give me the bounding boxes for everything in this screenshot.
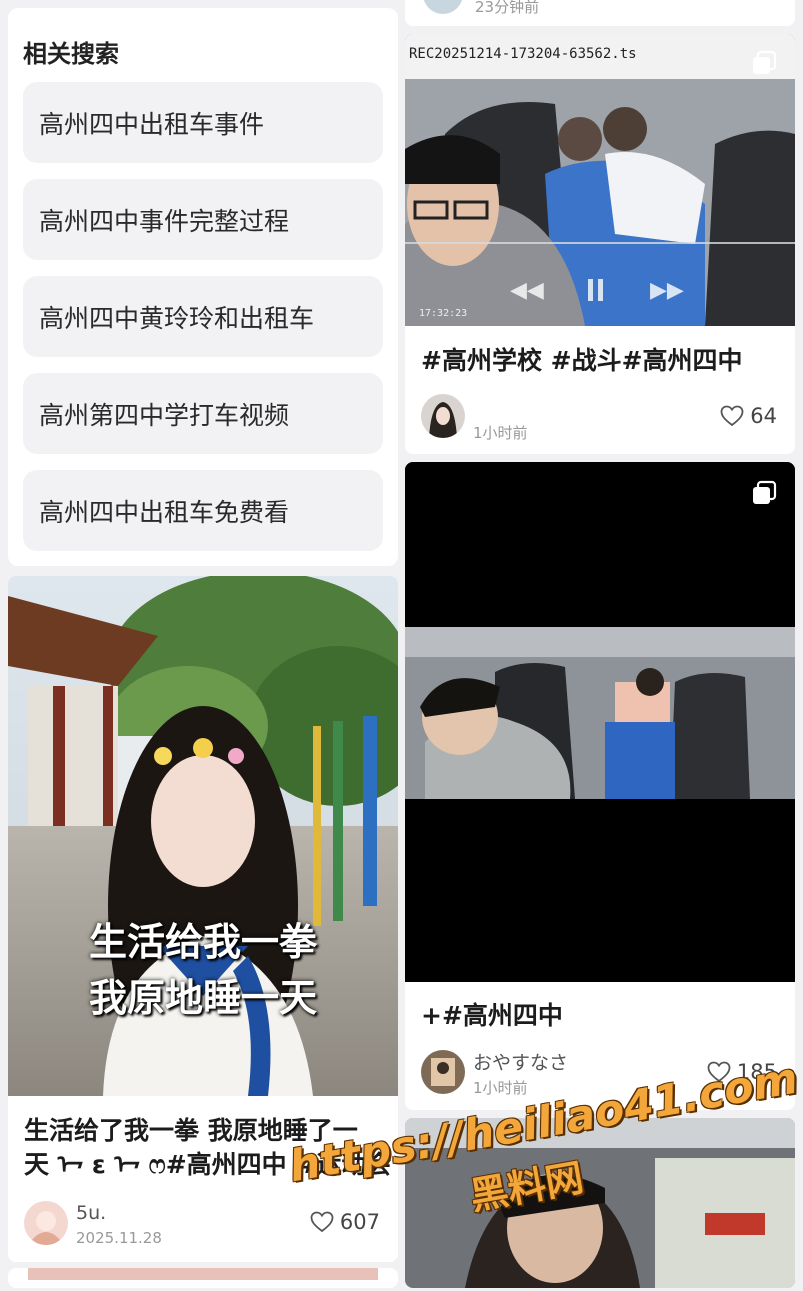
post-time: 1小时前: [473, 424, 528, 442]
heart-outline-icon: [707, 1061, 731, 1083]
heart-outline-icon: [310, 1211, 334, 1233]
video-title-line-2: 天 ᢇ ε ᢇ ෆ#高州四中 #运动会: [24, 1150, 392, 1179]
video-thumbnail[interactable]: [405, 462, 795, 982]
post-time: 1小时前: [473, 1079, 528, 1097]
related-searches-title: 相关搜索: [23, 40, 119, 68]
video-title-line-1: 生活给了我一拳 我原地睡了一: [24, 1116, 358, 1145]
video-timestamp: 17:32:23: [419, 308, 468, 319]
related-search-chip-2[interactable]: 高州四中事件完整过程: [23, 179, 383, 260]
partial-thumbnail: [28, 1268, 378, 1280]
like-count: 607: [339, 1210, 380, 1234]
overlay-line-1: 生活给我一拳: [88, 920, 317, 964]
video-overlay-caption: 生活给我一拳 我原地睡一天: [8, 914, 398, 1026]
related-search-chip-5[interactable]: 高州四中出租车免费看: [23, 470, 383, 551]
author-name[interactable]: おやすなさ: [473, 1048, 568, 1075]
video-filename: REC20251214-173204-63562.ts: [409, 46, 637, 62]
video-thumbnail[interactable]: [405, 1118, 795, 1288]
video-card-right-1[interactable]: ◀◀ ▶▶ REC20251214-173204-63562.ts 17:32:…: [405, 34, 795, 454]
avatar: [423, 0, 463, 14]
thumbnail-image: ◀◀ ▶▶: [405, 34, 795, 326]
author-avatar[interactable]: [421, 394, 465, 438]
related-search-chip-3[interactable]: 高州四中黄玲玲和出租车: [23, 276, 383, 357]
like-count: 64: [750, 404, 777, 428]
related-searches-panel: 相关搜索 高州四中出租车事件 高州四中事件完整过程 高州四中黄玲玲和出租车 高州…: [8, 8, 398, 566]
thumbnail-image: [405, 462, 795, 982]
video-title[interactable]: +#高州四中: [421, 999, 563, 1033]
video-card-left[interactable]: 生活给我一拳 我原地睡一天 生活给了我一拳 我原地睡了一 天 ᢇ ε ᢇ ෆ#高…: [8, 576, 398, 1262]
like-button[interactable]: 185: [707, 1060, 777, 1084]
multi-image-icon: [753, 50, 777, 74]
author-avatar[interactable]: [421, 1050, 465, 1094]
like-button[interactable]: 607: [310, 1210, 380, 1234]
video-card-right-3[interactable]: [405, 1118, 795, 1288]
post-time: 23分钟前: [475, 0, 540, 16]
author-avatar[interactable]: [24, 1201, 68, 1245]
overlay-line-2: 我原地睡一天: [88, 976, 317, 1020]
like-button[interactable]: 64: [720, 404, 777, 428]
video-card-right-2[interactable]: +#高州四中 おやすなさ 1小时前 185: [405, 462, 795, 1110]
related-search-chip-4[interactable]: 高州第四中学打车视频: [23, 373, 383, 454]
like-count: 185: [736, 1060, 777, 1084]
post-date: 2025.11.28: [76, 1229, 162, 1247]
related-search-chip-1[interactable]: 高州四中出租车事件: [23, 82, 383, 163]
svg-text:▶▶: ▶▶: [650, 278, 684, 303]
partial-card-top[interactable]: 23分钟前: [405, 0, 795, 26]
thumbnail-image: [405, 1118, 795, 1288]
video-thumbnail[interactable]: ◀◀ ▶▶ REC20251214-173204-63562.ts 17:32:…: [405, 34, 795, 326]
heart-outline-icon: [720, 405, 744, 427]
author-name[interactable]: 5u.: [76, 1202, 106, 1224]
partial-card-bottom[interactable]: [8, 1268, 398, 1288]
video-thumbnail[interactable]: 生活给我一拳 我原地睡一天: [8, 576, 398, 1096]
svg-text:◀◀: ◀◀: [510, 278, 544, 303]
video-title[interactable]: 生活给了我一拳 我原地睡了一 天 ᢇ ε ᢇ ෆ#高州四中 #运动会: [24, 1114, 391, 1182]
multi-image-icon: [753, 480, 777, 504]
video-title[interactable]: #高州学校 #战斗#高州四中: [421, 344, 743, 378]
